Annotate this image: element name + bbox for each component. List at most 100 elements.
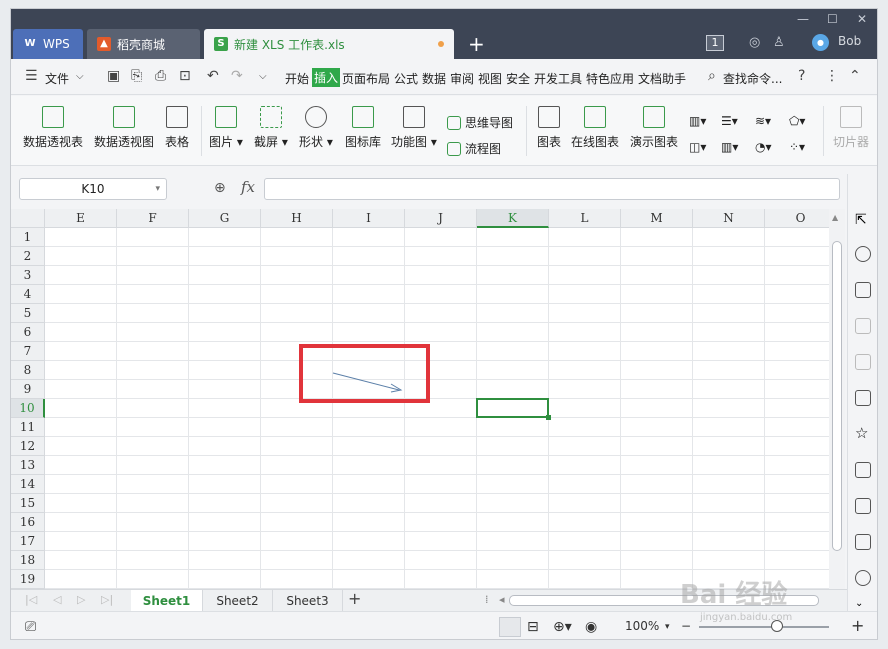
print-icon[interactable]: ⎙ [155,68,166,84]
skin-icon[interactable]: ◎ [749,35,760,50]
command-search[interactable]: 查找命令... [723,70,782,87]
page-break-view-icon[interactable]: ⊟ [527,619,539,635]
menu-insert[interactable]: 插入 [312,68,341,87]
convert-icon[interactable] [855,354,871,370]
hamburger-icon[interactable]: ☰ [25,68,38,84]
online-chart-button[interactable]: 在线图表 [571,106,619,150]
slicer-button[interactable]: 切片器 [833,106,869,150]
name-box[interactable]: K10 ▾ [19,178,167,200]
minimize-button[interactable]: — [797,12,809,26]
row-header-5[interactable]: 5 [11,304,45,323]
archive-icon[interactable] [855,462,871,478]
table-button[interactable]: 表格 [165,106,189,150]
gallery-icon[interactable] [855,390,871,406]
scroll-up-icon[interactable]: ▲ [832,213,838,222]
undo-icon[interactable]: ↶ [207,68,219,84]
row-header-8[interactable]: 8 [11,361,45,380]
shape-button[interactable]: 形状 ▾ [299,106,333,150]
tab-document[interactable]: S 新建 XLS 工作表.xls [204,29,454,59]
zoom-in-button[interactable]: + [851,616,864,635]
shapes-icon[interactable] [855,246,871,262]
redo-icon[interactable]: ↷ [231,68,243,84]
column-header-l[interactable]: L [549,209,621,228]
close-button[interactable]: ✕ [857,12,867,26]
pie-chart-dropdown[interactable]: ◔▾ [755,140,772,154]
menu-page-layout[interactable]: 页面布局 [342,70,390,87]
formula-input[interactable] [264,178,840,200]
row-header-10[interactable]: 10 [11,399,45,418]
demo-chart-button[interactable]: 演示图表 [630,106,678,150]
tab-sheet3[interactable]: Sheet3 [273,590,343,612]
chevron-down-icon[interactable]: ▾ [155,179,160,199]
row-header-2[interactable]: 2 [11,247,45,266]
chart-button[interactable]: 图表 [537,106,561,150]
zoom-icon[interactable]: ⊕ [214,180,226,196]
function-chart-button[interactable]: 功能图 ▾ [391,106,437,150]
search-icon[interactable]: ⌕ [708,68,716,84]
spreadsheet-grid[interactable]: E F G H I J K L M N O 1 2 3 4 5 6 7 8 9 10 11 12 13 14 15 16 17 18 19 [11,209,837,589]
shirt-icon[interactable]: ♙ [773,35,785,50]
column-header-n[interactable]: N [693,209,765,228]
column-header-g[interactable]: G [189,209,261,228]
zoom-out-button[interactable]: − [681,619,691,633]
tab-sheet1[interactable]: Sheet1 [131,590,203,612]
add-sheet-button[interactable]: + [348,589,361,608]
area-chart-dropdown[interactable]: ◫▾ [689,140,706,154]
more-icon[interactable]: ⋮ [825,68,839,84]
column-header-h[interactable]: H [261,209,333,228]
menu-review[interactable]: 审阅 [450,70,474,87]
prev-sheet-icon[interactable]: ◁ [53,593,61,606]
star-icon[interactable]: ☆ [855,426,871,442]
column-header-o[interactable]: O [765,209,837,228]
column-header-e[interactable]: E [45,209,117,228]
print-preview-icon[interactable]: ⊡ [179,68,191,84]
menu-developer[interactable]: 开发工具 [534,70,582,87]
tab-docer-store[interactable]: ▲ 稻壳商城 [87,29,200,59]
menu-view[interactable]: 视图 [478,70,502,87]
chevron-down-icon[interactable]: ⌵ [76,71,84,82]
export-pdf-icon[interactable]: ⎘ [131,68,142,84]
row-header-6[interactable]: 6 [11,323,45,342]
select-cursor-icon[interactable]: ⇱ [855,212,871,228]
page-layout-view-icon[interactable]: ⊕▾ [553,619,572,635]
row-header-9[interactable]: 9 [11,380,45,399]
screenshot-button[interactable]: 截屏 ▾ [254,106,288,150]
user-name[interactable]: Bob [838,34,861,48]
avatar[interactable]: ● [812,34,829,51]
window-count-badge[interactable]: 1 [706,35,724,51]
zoom-dropdown-icon[interactable]: ▾ [665,622,670,632]
next-sheet-icon[interactable]: ▷ [77,593,85,606]
backup-icon[interactable] [855,570,871,586]
row-header-3[interactable]: 3 [11,266,45,285]
row-header-1[interactable]: 1 [11,228,45,247]
maximize-button[interactable]: ☐ [827,12,838,26]
pivot-chart-button[interactable]: 数据透视图 [94,106,154,150]
menu-data[interactable]: 数据 [422,70,446,87]
scrollbar-thumb[interactable] [832,241,842,551]
menu-special-apps[interactable]: 特色应用 [586,70,634,87]
macro-record-icon[interactable]: ⎚ [25,619,36,635]
row-header-17[interactable]: 17 [11,532,45,551]
row-header-16[interactable]: 16 [11,513,45,532]
menu-file[interactable]: 文件 [45,70,69,87]
menu-home[interactable]: 开始 [285,70,309,87]
mind-map-button[interactable]: 思维导图 [447,114,513,131]
tab-split-handle[interactable]: ⁞ [485,593,489,606]
menu-formulas[interactable]: 公式 [394,70,418,87]
arrow-shape[interactable] [331,369,406,395]
zoom-slider[interactable] [699,620,829,632]
row-header-14[interactable]: 14 [11,475,45,494]
column-header-i[interactable]: I [333,209,405,228]
help-icon[interactable]: ? [798,68,805,84]
tab-wps[interactable]: W WPS [13,29,83,59]
row-header-11[interactable]: 11 [11,418,45,437]
column-chart-dropdown[interactable]: ▥▾ [689,114,706,128]
share-icon[interactable] [855,498,871,514]
picture-button[interactable]: 图片 ▾ [209,106,243,150]
tab-sheet2[interactable]: Sheet2 [203,590,273,612]
column-header-f[interactable]: F [117,209,189,228]
column-header-m[interactable]: M [621,209,693,228]
table-style-icon[interactable] [855,282,871,298]
row-header-4[interactable]: 4 [11,285,45,304]
menu-security[interactable]: 安全 [506,70,530,87]
